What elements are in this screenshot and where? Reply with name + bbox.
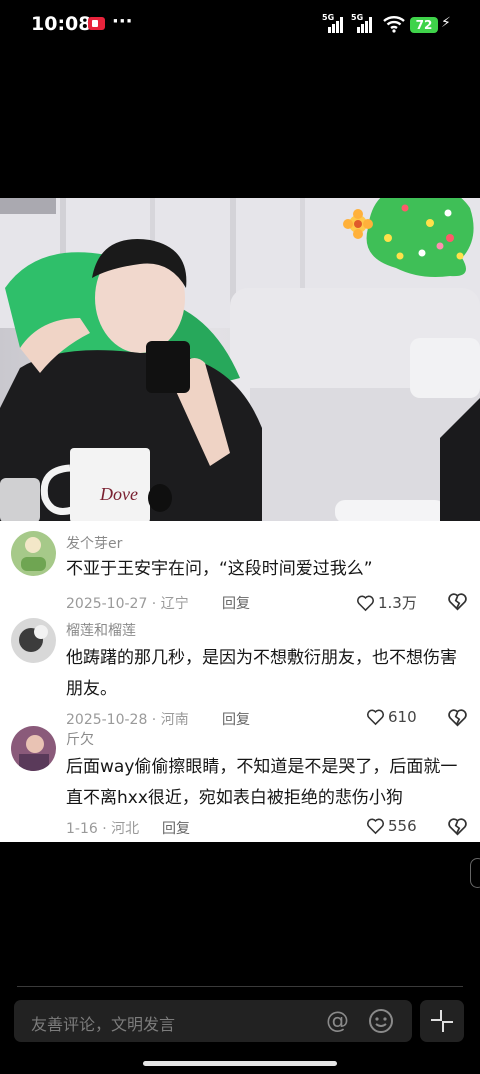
comment-input[interactable]: 友善评论，文明发言 @ xyxy=(14,1000,412,1042)
like-count: 1.3万 xyxy=(378,594,417,612)
home-indicator[interactable] xyxy=(143,1061,337,1066)
network-type-label: 5G xyxy=(322,13,335,22)
avatar[interactable] xyxy=(11,726,56,771)
network-type-label: 5G xyxy=(351,13,364,22)
dislike-icon[interactable] xyxy=(447,708,468,727)
status-bar: 10:08 ··· 5G 5G 72 ⚡ xyxy=(0,0,480,50)
avatar[interactable] xyxy=(11,531,56,576)
like-count: 610 xyxy=(388,708,417,726)
comment-username[interactable]: 榴莲和榴莲 xyxy=(66,620,136,640)
comment-text: 后面way偷偷擦眼睛，不知道是不是哭了，后面就一直不离hxx很近，宛如表白被拒绝… xyxy=(66,757,458,808)
reply-button[interactable]: 回复 xyxy=(222,709,250,729)
svg-text:Dove: Dove xyxy=(99,484,138,504)
comment-input-placeholder: 友善评论，文明发言 xyxy=(31,1015,176,1034)
comments-panel: 发个芽er 不亚于王安宇在问，“这段时间爱过我么” 2025-10-27 · 辽… xyxy=(0,521,480,842)
comment-username[interactable]: 发个芽er xyxy=(66,533,122,553)
heart-icon xyxy=(357,595,374,612)
dislike-icon[interactable] xyxy=(447,592,468,611)
reply-button[interactable]: 回复 xyxy=(162,818,190,838)
scroll-handle[interactable] xyxy=(470,858,480,888)
like-button[interactable]: 1.3万 xyxy=(356,592,417,613)
video-player[interactable]: Dove xyxy=(0,198,480,523)
reply-button[interactable]: 回复 xyxy=(222,593,250,613)
divider xyxy=(17,986,463,987)
cellular-signal-icon-1: 5G xyxy=(322,13,346,33)
avatar[interactable] xyxy=(11,618,56,663)
heart-icon xyxy=(367,818,384,835)
comment-meta: 1-16 · 河北 xyxy=(66,821,140,837)
emoji-icon[interactable] xyxy=(368,1008,394,1034)
cellular-signal-icon-2: 5G xyxy=(351,13,377,33)
like-button[interactable]: 610 xyxy=(366,708,417,726)
video-frame-illustration: Dove xyxy=(0,198,480,523)
wifi-icon xyxy=(383,16,405,33)
comment-text: 不亚于王安宇在问，“这段时间爱过我么” xyxy=(66,559,373,579)
comment-meta: 2025-10-27 · 辽宁 xyxy=(66,596,189,612)
mention-icon[interactable]: @ xyxy=(326,1008,349,1034)
like-count: 556 xyxy=(388,817,417,835)
like-button[interactable]: 556 xyxy=(366,817,417,835)
screen-record-icon xyxy=(88,17,105,30)
heart-icon xyxy=(367,709,384,726)
status-time: 10:08 xyxy=(31,13,92,35)
collapse-arrows-icon xyxy=(431,1010,453,1032)
comment-text: 他踌躇的那几秒，是因为不想敷衍朋友，也不想伤害朋友。 xyxy=(66,648,457,699)
dislike-icon[interactable] xyxy=(447,817,468,836)
more-notifications-icon: ··· xyxy=(112,11,133,32)
expand-button[interactable] xyxy=(420,1000,464,1042)
comment-meta: 2025-10-28 · 河南 xyxy=(66,712,189,728)
comment-username[interactable]: 斤欠 xyxy=(66,729,94,749)
charging-icon: ⚡ xyxy=(441,15,451,31)
battery-indicator: 72 xyxy=(410,17,438,33)
